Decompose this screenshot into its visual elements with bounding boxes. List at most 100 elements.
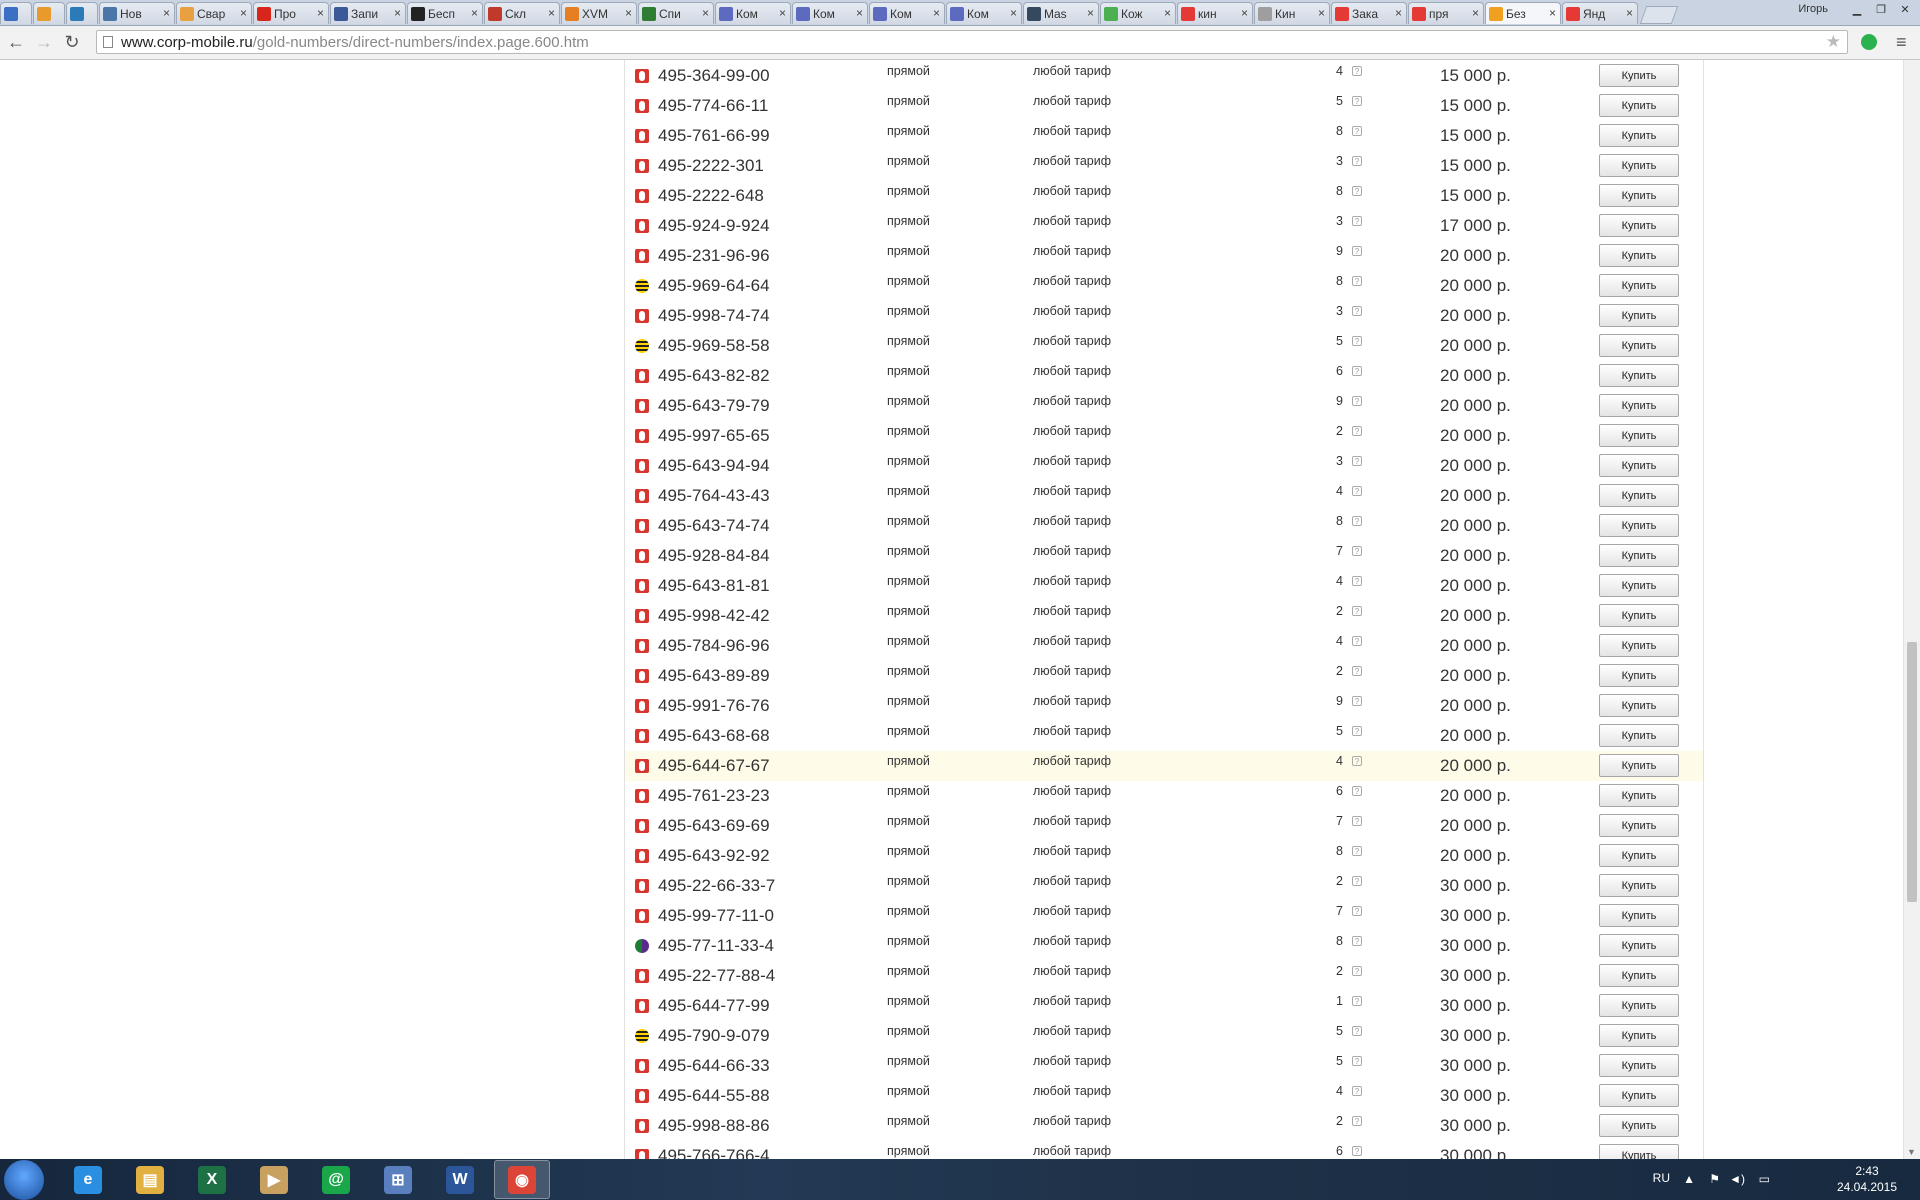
phone-number[interactable]: 495-766-766-4 — [658, 1146, 770, 1159]
show-hidden-icons-icon[interactable]: ▲ — [1683, 1172, 1695, 1186]
phone-number[interactable]: 495-644-67-67 — [658, 756, 770, 776]
phone-number[interactable]: 495-644-77-99 — [658, 996, 770, 1016]
taskbar-button[interactable]: X — [184, 1160, 240, 1199]
buy-button[interactable]: Купить — [1599, 364, 1679, 387]
tab-close-icon[interactable]: × — [625, 6, 632, 20]
phone-number[interactable]: 495-643-74-74 — [658, 516, 770, 536]
taskbar-button[interactable]: e — [60, 1160, 116, 1199]
browser-tab[interactable]: Ком × — [715, 2, 791, 24]
buy-button[interactable]: Купить — [1599, 784, 1679, 807]
browser-tab[interactable]: Нов × — [99, 2, 175, 24]
buy-button[interactable]: Купить — [1599, 244, 1679, 267]
buy-button[interactable]: Купить — [1599, 274, 1679, 297]
buy-button[interactable]: Купить — [1599, 604, 1679, 627]
browser-tab[interactable]: Ком × — [792, 2, 868, 24]
help-icon[interactable]: ? — [1352, 366, 1362, 376]
buy-button[interactable]: Купить — [1599, 874, 1679, 897]
help-icon[interactable]: ? — [1352, 276, 1362, 286]
browser-tab[interactable]: Ком × — [869, 2, 945, 24]
help-icon[interactable]: ? — [1352, 516, 1362, 526]
browser-tab[interactable]: Кож × — [1100, 2, 1176, 24]
buy-button[interactable]: Купить — [1599, 154, 1679, 177]
network-icon[interactable]: ▭ — [1759, 1172, 1770, 1186]
buy-button[interactable]: Купить — [1599, 394, 1679, 417]
help-icon[interactable]: ? — [1352, 936, 1362, 946]
buy-button[interactable]: Купить — [1599, 184, 1679, 207]
help-icon[interactable]: ? — [1352, 96, 1362, 106]
phone-number[interactable]: 495-99-77-11-0 — [658, 906, 774, 926]
taskbar-button[interactable]: ▤ — [122, 1160, 178, 1199]
tab-close-icon[interactable]: × — [779, 6, 786, 20]
browser-tab[interactable]: Янд × — [1562, 2, 1638, 24]
buy-button[interactable]: Купить — [1599, 844, 1679, 867]
tab-close-icon[interactable]: × — [1626, 6, 1633, 20]
phone-number[interactable]: 495-991-76-76 — [658, 696, 770, 716]
buy-button[interactable]: Купить — [1599, 454, 1679, 477]
phone-number[interactable]: 495-998-88-86 — [658, 1116, 770, 1136]
help-icon[interactable]: ? — [1352, 606, 1362, 616]
phone-number[interactable]: 495-643-68-68 — [658, 726, 770, 746]
phone-number[interactable]: 495-643-82-82 — [658, 366, 770, 386]
buy-button[interactable]: Купить — [1599, 664, 1679, 687]
phone-number[interactable]: 495-643-92-92 — [658, 846, 770, 866]
page-scrollbar[interactable]: ▼ — [1903, 60, 1920, 1159]
phone-number[interactable]: 495-643-79-79 — [658, 396, 770, 416]
buy-button[interactable]: Купить — [1599, 424, 1679, 447]
buy-button[interactable]: Купить — [1599, 694, 1679, 717]
close-window-icon[interactable]: ✕ — [1896, 2, 1914, 16]
tab-close-icon[interactable]: × — [1241, 6, 1248, 20]
phone-number[interactable]: 495-2222-301 — [658, 156, 764, 176]
help-icon[interactable]: ? — [1352, 486, 1362, 496]
tab-close-icon[interactable]: × — [317, 6, 324, 20]
help-icon[interactable]: ? — [1352, 876, 1362, 886]
help-icon[interactable]: ? — [1352, 636, 1362, 646]
buy-button[interactable]: Купить — [1599, 574, 1679, 597]
phone-number[interactable]: 495-997-65-65 — [658, 426, 770, 446]
phone-number[interactable]: 495-77-11-33-4 — [658, 936, 774, 956]
browser-tab[interactable]: Кин × — [1254, 2, 1330, 24]
restore-icon[interactable]: ❐ — [1872, 2, 1890, 16]
tab-close-icon[interactable]: × — [1318, 6, 1325, 20]
help-icon[interactable]: ? — [1352, 966, 1362, 976]
url-text[interactable]: www.corp-mobile.ru/gold-numbers/direct-n… — [121, 34, 589, 51]
help-icon[interactable]: ? — [1352, 786, 1362, 796]
tab-close-icon[interactable]: × — [471, 6, 478, 20]
taskbar-button[interactable]: ◉ — [494, 1160, 550, 1199]
phone-number[interactable]: 495-761-23-23 — [658, 786, 770, 806]
phone-number[interactable]: 495-784-96-96 — [658, 636, 770, 656]
browser-tab[interactable]: Запи × — [330, 2, 406, 24]
forward-arrow-icon[interactable]: → — [33, 31, 55, 53]
phone-number[interactable]: 495-644-66-33 — [658, 1056, 770, 1076]
help-icon[interactable]: ? — [1352, 906, 1362, 916]
buy-button[interactable]: Купить — [1599, 334, 1679, 357]
buy-button[interactable]: Купить — [1599, 814, 1679, 837]
phone-number[interactable]: 495-643-89-89 — [658, 666, 770, 686]
browser-tab[interactable]: Свар × — [176, 2, 252, 24]
help-icon[interactable]: ? — [1352, 726, 1362, 736]
buy-button[interactable]: Купить — [1599, 1114, 1679, 1137]
phone-number[interactable]: 495-998-74-74 — [658, 306, 770, 326]
phone-number[interactable]: 495-2222-648 — [658, 186, 764, 206]
browser-tab[interactable]: XVM × — [561, 2, 637, 24]
help-icon[interactable]: ? — [1352, 846, 1362, 856]
taskbar-button[interactable]: W — [432, 1160, 488, 1199]
browser-tab[interactable]: Ком × — [946, 2, 1022, 24]
clock-time[interactable]: 2:43 — [1832, 1164, 1902, 1178]
browser-tab[interactable]: Зака × — [1331, 2, 1407, 24]
tab-close-icon[interactable]: × — [394, 6, 401, 20]
help-icon[interactable]: ? — [1352, 996, 1362, 1006]
help-icon[interactable]: ? — [1352, 396, 1362, 406]
buy-button[interactable]: Купить — [1599, 904, 1679, 927]
browser-tab[interactable] — [66, 2, 98, 24]
help-icon[interactable]: ? — [1352, 666, 1362, 676]
help-icon[interactable]: ? — [1352, 66, 1362, 76]
help-icon[interactable]: ? — [1352, 1086, 1362, 1096]
buy-button[interactable]: Купить — [1599, 994, 1679, 1017]
buy-button[interactable]: Купить — [1599, 484, 1679, 507]
buy-button[interactable]: Купить — [1599, 1024, 1679, 1047]
tab-close-icon[interactable]: × — [856, 6, 863, 20]
help-icon[interactable]: ? — [1352, 246, 1362, 256]
buy-button[interactable]: Купить — [1599, 1054, 1679, 1077]
profile-name[interactable]: Игорь — [1798, 3, 1828, 15]
volume-icon[interactable]: ◄) — [1729, 1172, 1745, 1186]
